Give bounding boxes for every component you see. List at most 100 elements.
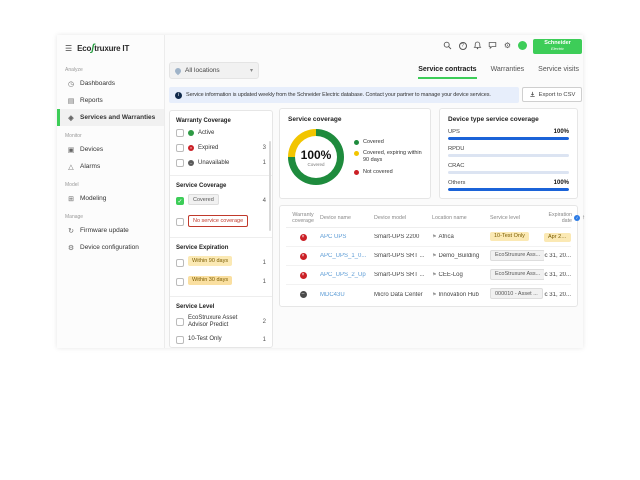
- filter-panel-scrollbar[interactable]: [269, 141, 271, 231]
- logo-text-rest: truxure IT: [94, 44, 129, 53]
- checkbox-within-90-days[interactable]: [176, 259, 184, 267]
- filter-option-10-test-only[interactable]: 10-Test Only 1: [176, 336, 266, 344]
- main-content: ? ⚙ Schneider Electric All locations ▾ S…: [165, 35, 583, 348]
- device-type-coverage-title: Device type service coverage: [448, 116, 569, 123]
- tab-service-contracts[interactable]: Service contracts: [418, 66, 476, 79]
- table-row[interactable]: × APC UPS Smart-UPS 2200 ⚑Africa 10-Test…: [286, 228, 571, 247]
- warranty-expired-icon: ×: [300, 253, 307, 260]
- sidebar-section-model: Model: [65, 182, 164, 188]
- coverage-percent: 100%: [301, 148, 332, 162]
- sidebar-item-devices[interactable]: ▣ Devices: [57, 141, 164, 158]
- sidebar-item-device-configuration[interactable]: ⚙ Device configuration: [57, 239, 164, 256]
- checkbox-active[interactable]: [176, 129, 184, 137]
- expiration-info-icon[interactable]: i: [574, 215, 580, 221]
- device-name-link[interactable]: APC UPS: [320, 234, 374, 240]
- bar-ups: UPS 100%: [448, 129, 569, 140]
- search-icon[interactable]: [443, 41, 452, 50]
- schneider-electric-logo[interactable]: Schneider Electric: [533, 39, 582, 54]
- service-contracts-table: Warranty coverage Device name Device mod…: [279, 205, 578, 307]
- legend-item-not-covered: Not covered: [354, 169, 422, 176]
- filter-option-within-30-days[interactable]: Within 30 days 1: [176, 276, 266, 288]
- legend-label: Not covered: [363, 169, 393, 176]
- filter-option-count: 1: [263, 160, 266, 166]
- modeling-icon: ⊞: [67, 195, 75, 203]
- checkbox-expired[interactable]: [176, 144, 184, 152]
- sidebar-section-manage: Manage: [65, 214, 164, 220]
- filter-option-asset-advisor-predict[interactable]: EcoStruxure Asset Advisor Predict 2: [176, 315, 266, 329]
- checkbox-no-service-coverage[interactable]: [176, 218, 184, 226]
- sidebar-item-modeling[interactable]: ⊞ Modeling: [57, 190, 164, 207]
- checkbox-unavailable[interactable]: [176, 159, 184, 167]
- brand-line2: Electric: [533, 47, 582, 51]
- notifications-bell-icon[interactable]: [473, 41, 482, 50]
- service-level-badge: 10-Test Only: [490, 232, 529, 241]
- device-model-cell: Smart-UPS 2200: [374, 234, 432, 240]
- col-warranty-coverage: Warranty coverage: [286, 212, 320, 224]
- checkbox-10-test-only[interactable]: [176, 336, 184, 344]
- tab-service-visits[interactable]: Service visits: [538, 66, 579, 79]
- expiration-cell: Dec 31, 20...: [544, 253, 571, 259]
- table-row[interactable]: × APC_UPS_2_Up Smart-UPS SRT ... ⚑CEE-Lo…: [286, 266, 571, 285]
- bar-label: RPDU: [448, 146, 464, 152]
- filter-option-no-service-coverage[interactable]: No service coverage: [176, 215, 266, 229]
- filter-option-label: EcoStruxure Asset Advisor Predict: [188, 315, 259, 329]
- topbar-icons: ? ⚙: [443, 41, 527, 50]
- app-window: ☰ Ecoʃtruxure IT Analyze ◷ Dashboards ▤ …: [57, 35, 583, 348]
- col-location-name: Location name: [432, 215, 490, 221]
- table-row[interactable]: – MDC43U Micro Data Center ⚑Innovation H…: [286, 285, 571, 304]
- tab-warranties[interactable]: Warranties: [491, 66, 525, 79]
- checkbox-within-30-days[interactable]: [176, 278, 184, 286]
- sidebar-item-firmware-update[interactable]: ↻ Firmware update: [57, 222, 164, 239]
- sidebar-item-dashboards[interactable]: ◷ Dashboards: [57, 75, 164, 92]
- devices-icon: ▣: [67, 146, 75, 154]
- legend-label: Covered, expiring within 90 days: [363, 150, 422, 163]
- device-name-link[interactable]: APC_UPS_1_0...: [320, 253, 374, 259]
- info-icon: i: [175, 92, 182, 99]
- filter-option-active[interactable]: Active: [176, 129, 266, 137]
- sidebar-item-label: Device configuration: [80, 244, 139, 251]
- filter-option-expired[interactable]: × Expired 3: [176, 144, 266, 152]
- sidebar: ☰ Ecoʃtruxure IT Analyze ◷ Dashboards ▤ …: [57, 35, 165, 348]
- sidebar-item-reports[interactable]: ▤ Reports: [57, 92, 164, 109]
- checkbox-asset-advisor-predict[interactable]: [176, 318, 184, 326]
- filter-option-within-90-days[interactable]: Within 90 days 1: [176, 256, 266, 268]
- device-name-link[interactable]: MDC43U: [320, 292, 374, 298]
- sidebar-item-services-and-warranties[interactable]: ◈ Services and Warranties: [57, 109, 164, 126]
- sidebar-item-alarms[interactable]: △ Alarms: [57, 158, 164, 175]
- user-avatar[interactable]: [518, 41, 527, 50]
- within-90-days-badge: Within 90 days: [188, 256, 232, 265]
- table-header-row: Warranty coverage Device name Device mod…: [286, 210, 571, 228]
- coverage-legend: Covered Covered, expiring within 90 days…: [354, 139, 422, 175]
- legend-item-expiring: Covered, expiring within 90 days: [354, 150, 422, 163]
- device-model-cell: Micro Data Center: [374, 292, 432, 298]
- sidebar-item-label: Reports: [80, 97, 103, 104]
- filter-option-unavailable[interactable]: – Unavailable 1: [176, 159, 266, 167]
- location-cell: ⚑Africa: [432, 234, 490, 240]
- device-model-cell: Smart-UPS SRT ...: [374, 272, 432, 278]
- device-name-link[interactable]: APC_UPS_2_Up: [320, 272, 374, 278]
- location-selector[interactable]: All locations ▾: [169, 62, 259, 79]
- bar-crac: CRAC: [448, 163, 569, 174]
- feedback-icon[interactable]: [488, 41, 497, 50]
- settings-gear-icon[interactable]: ⚙: [503, 41, 512, 50]
- location-name: Innovation Hub: [438, 292, 478, 298]
- menu-icon[interactable]: ☰: [65, 44, 72, 53]
- help-icon[interactable]: ?: [458, 41, 467, 50]
- sidebar-item-label: Alarms: [80, 163, 100, 170]
- service-level-badge: 000010 - Asset ...: [490, 288, 543, 299]
- firmware-update-icon: ↻: [67, 227, 75, 235]
- table-row[interactable]: × APC_UPS_1_0... Smart-UPS SRT ... ⚑Demo…: [286, 247, 571, 266]
- bar-others: Others 100%: [448, 180, 569, 191]
- filter-option-label: 10-Test Only: [188, 336, 259, 343]
- sort-ascending-icon[interactable]: ↑: [582, 215, 585, 222]
- coverage-percent-label: Covered: [307, 162, 324, 167]
- export-button-label: Export to CSV: [539, 92, 576, 98]
- sidebar-item-label: Firmware update: [80, 227, 129, 234]
- location-flag-icon: ⚑: [432, 234, 436, 240]
- export-to-csv-button[interactable]: Export to CSV: [522, 87, 582, 102]
- filter-option-covered[interactable]: ✓ Covered 4: [176, 194, 266, 208]
- checkbox-covered-checked[interactable]: ✓: [176, 197, 184, 205]
- location-flag-icon: ⚑: [432, 253, 436, 259]
- location-pin-icon: [174, 66, 182, 74]
- legend-dot-green: [354, 140, 359, 145]
